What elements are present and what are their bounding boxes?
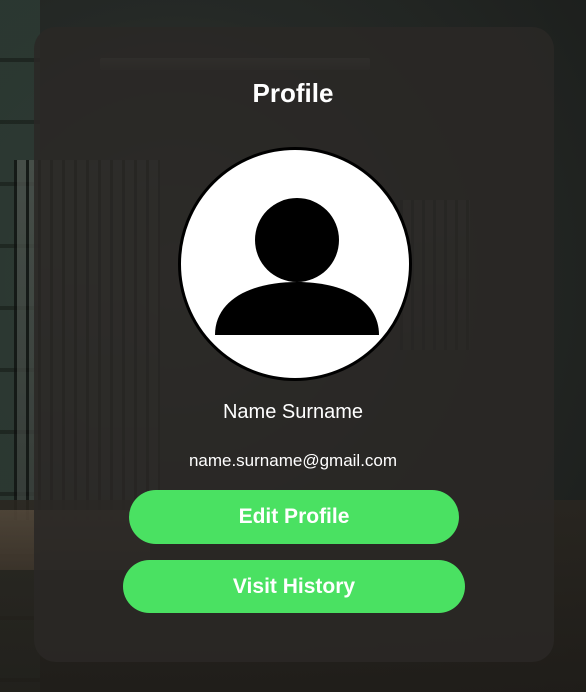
profile-name: Name Surname: [222, 401, 364, 423]
page-title: Profile: [252, 78, 334, 108]
user-silhouette-icon: [215, 198, 379, 335]
profile-email: name.surname@gmail.com: [188, 451, 398, 470]
avatar: [178, 147, 412, 381]
edit-profile-button[interactable]: Edit Profile: [129, 490, 459, 544]
visit-history-button[interactable]: Visit History: [123, 560, 465, 613]
